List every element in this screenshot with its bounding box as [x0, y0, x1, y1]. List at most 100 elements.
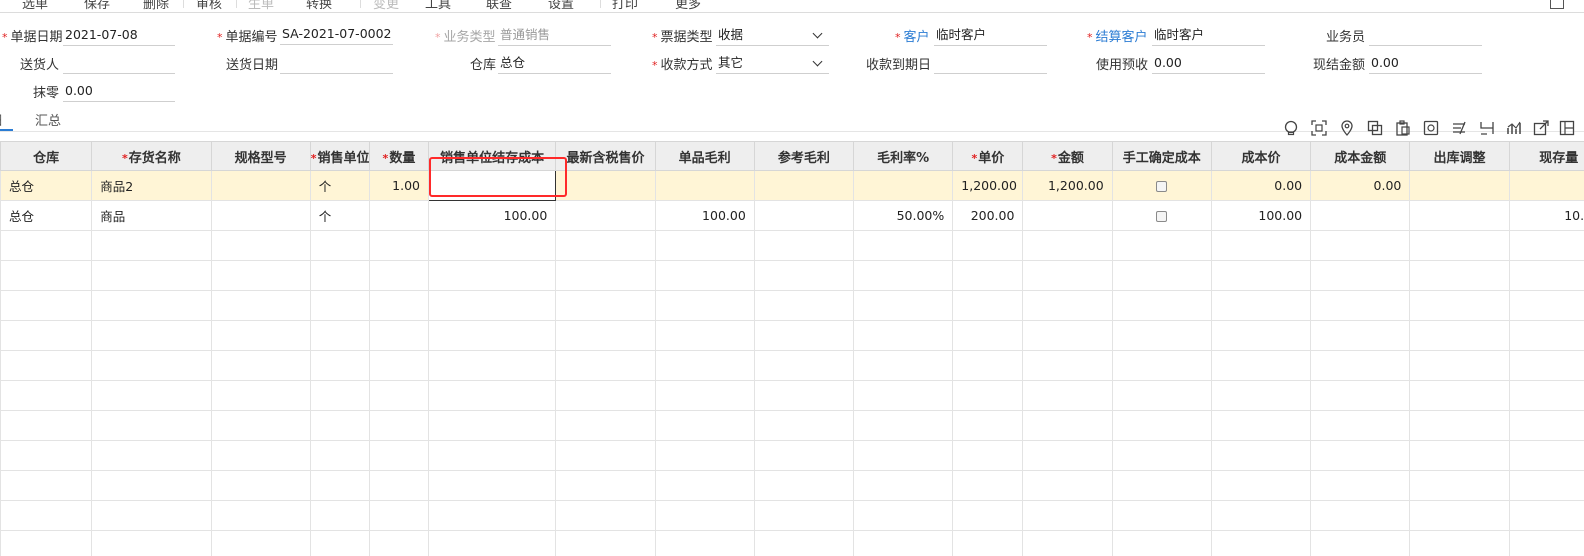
table-cell[interactable] — [1409, 260, 1510, 291]
table-cell[interactable] — [1022, 320, 1113, 351]
table-cell[interactable]: 1,200.00 — [952, 170, 1024, 201]
table-cell[interactable] — [753, 230, 855, 261]
table-cell[interactable] — [0, 410, 93, 441]
table-cell[interactable] — [0, 380, 93, 411]
table-cell[interactable] — [0, 290, 93, 321]
table-cell[interactable] — [210, 380, 311, 411]
settings-button[interactable]: 设置 — [548, 0, 574, 12]
table-cell[interactable]: 个 — [309, 200, 370, 231]
print-button[interactable]: 打印 — [612, 0, 638, 12]
more-button[interactable]: 更多 — [675, 0, 701, 12]
table-cell[interactable] — [1508, 170, 1584, 201]
table-cell[interactable] — [0, 320, 93, 351]
table-cell[interactable] — [1111, 320, 1212, 351]
table-cell[interactable] — [91, 500, 212, 531]
table-cell[interactable] — [1022, 530, 1113, 556]
table-cell[interactable] — [952, 470, 1024, 501]
table-cell[interactable] — [91, 230, 212, 261]
delete-button[interactable]: 删除 — [143, 0, 169, 12]
table-cell[interactable] — [753, 170, 855, 201]
table-cell[interactable] — [309, 500, 370, 531]
table-row[interactable] — [0, 320, 1584, 351]
table-cell[interactable] — [1508, 440, 1584, 471]
column-header[interactable]: 参考毛利 — [753, 141, 855, 171]
table-cell[interactable] — [309, 320, 370, 351]
tab-summary[interactable]: 汇总 — [35, 110, 61, 129]
table-row[interactable] — [0, 440, 1584, 471]
column-header[interactable]: *单价 — [952, 141, 1024, 171]
table-cell[interactable] — [309, 260, 370, 291]
table-cell[interactable] — [428, 530, 557, 556]
table-cell[interactable] — [654, 500, 755, 531]
table-cell[interactable]: 200.00 — [952, 200, 1024, 231]
table-cell[interactable] — [1210, 260, 1312, 291]
table-cell[interactable] — [210, 260, 311, 291]
table-cell[interactable] — [1310, 350, 1411, 381]
table-cell[interactable] — [210, 170, 311, 201]
convert-button[interactable]: 转换 — [306, 0, 332, 12]
table-cell[interactable] — [1310, 410, 1411, 441]
table-cell[interactable] — [1210, 380, 1312, 411]
table-cell[interactable] — [654, 320, 755, 351]
table-cell[interactable] — [368, 380, 430, 411]
table-cell[interactable] — [368, 260, 430, 291]
table-cell[interactable] — [753, 440, 855, 471]
table-cell[interactable] — [309, 290, 370, 321]
table-cell[interactable] — [1508, 290, 1584, 321]
use-prepay-field[interactable]: 0.00 — [1152, 54, 1265, 74]
column-header[interactable]: *数量 — [368, 141, 430, 171]
due-date-field[interactable] — [934, 54, 1047, 74]
table-cell[interactable] — [555, 470, 656, 501]
table-cell[interactable] — [210, 350, 311, 381]
calculator-icon[interactable] — [1422, 119, 1440, 137]
table-cell[interactable] — [555, 200, 656, 231]
table-cell[interactable] — [1111, 170, 1212, 201]
table-cell[interactable] — [952, 500, 1024, 531]
table-cell[interactable] — [210, 410, 311, 441]
tab-detail[interactable]: 明细 — [0, 110, 2, 129]
editing-cell[interactable] — [428, 170, 557, 201]
table-cell[interactable] — [428, 260, 557, 291]
column-header[interactable]: *销售单位 — [309, 141, 370, 171]
table-cell[interactable] — [952, 320, 1024, 351]
table-cell[interactable] — [1310, 500, 1411, 531]
table-cell[interactable] — [654, 410, 755, 441]
doc-no-field[interactable]: SA-2021-07-0002 — [280, 25, 393, 45]
doc-date-field[interactable]: 2021-07-08 — [63, 26, 175, 46]
table-cell[interactable] — [1022, 350, 1113, 381]
table-cell[interactable] — [753, 290, 855, 321]
table-cell[interactable] — [952, 260, 1024, 291]
table-cell[interactable] — [1310, 470, 1411, 501]
table-cell[interactable] — [0, 470, 93, 501]
table-cell[interactable] — [1022, 500, 1113, 531]
table-cell[interactable] — [555, 290, 656, 321]
table-cell[interactable] — [753, 260, 855, 291]
column-header[interactable]: 成本金额 — [1310, 141, 1411, 171]
table-cell[interactable] — [210, 470, 311, 501]
column-header[interactable]: 成本价 — [1210, 141, 1312, 171]
table-cell[interactable] — [753, 320, 855, 351]
table-cell[interactable] — [952, 440, 1024, 471]
table-cell[interactable] — [555, 260, 656, 291]
table-cell[interactable] — [91, 290, 212, 321]
table-cell[interactable]: 1.00 — [368, 170, 430, 201]
table-cell[interactable] — [1508, 380, 1584, 411]
customer-field[interactable]: 临时客户 — [934, 26, 1047, 46]
table-cell[interactable] — [210, 530, 311, 556]
table-cell[interactable] — [1111, 290, 1212, 321]
column-header[interactable]: 规格型号 — [210, 141, 311, 171]
table-cell[interactable] — [1409, 530, 1510, 556]
table-cell[interactable] — [555, 320, 656, 351]
table-cell[interactable] — [654, 470, 755, 501]
table-cell[interactable] — [1210, 410, 1312, 441]
table-cell[interactable] — [853, 470, 954, 501]
table-cell[interactable] — [428, 440, 557, 471]
table-cell[interactable] — [654, 290, 755, 321]
table-cell[interactable]: 100.00 — [654, 200, 755, 231]
table-cell[interactable] — [368, 350, 430, 381]
table-cell[interactable] — [91, 410, 212, 441]
table-cell[interactable] — [91, 260, 212, 291]
table-cell[interactable] — [91, 470, 212, 501]
table-cell[interactable] — [654, 530, 755, 556]
table-cell[interactable] — [555, 530, 656, 556]
